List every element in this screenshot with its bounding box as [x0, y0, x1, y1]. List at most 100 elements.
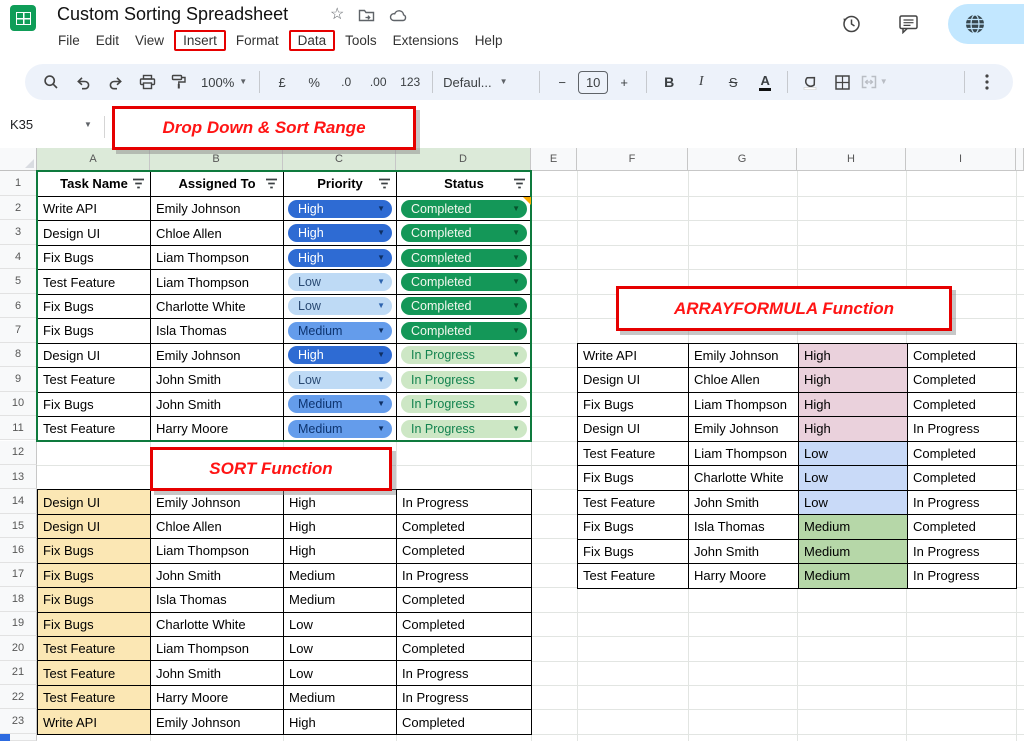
filter-icon[interactable] — [513, 178, 526, 189]
name-box[interactable]: K35 — [10, 117, 33, 132]
sort-cell[interactable]: Charlotte White — [151, 613, 284, 637]
borders-icon[interactable] — [826, 68, 858, 96]
array-cell[interactable]: Low — [799, 466, 908, 491]
sort-cell[interactable]: Isla Thomas — [151, 588, 284, 612]
name-box-caret[interactable]: ▼ — [84, 121, 92, 129]
increase-font-size-button[interactable]: + — [608, 68, 640, 96]
priority-dropdown-chip[interactable]: High▼ — [288, 346, 392, 364]
array-cell[interactable]: Completed — [908, 466, 1017, 491]
array-cell[interactable]: Fix Bugs — [578, 393, 689, 418]
cell-status[interactable]: Completed▼ — [397, 246, 532, 270]
print-icon[interactable] — [131, 68, 163, 96]
array-cell[interactable]: Liam Thompson — [689, 393, 799, 418]
array-cell[interactable]: Design UI — [578, 368, 689, 393]
cell-assignee[interactable]: John Smith — [151, 368, 284, 392]
row-header-10[interactable]: 10 — [0, 392, 37, 416]
row-header-2[interactable]: 2 — [0, 196, 37, 220]
cell-assignee[interactable]: Chloe Allen — [151, 221, 284, 245]
cell-status[interactable]: In Progress▼ — [397, 368, 532, 392]
redo-icon[interactable] — [99, 68, 131, 96]
comments-icon[interactable] — [898, 14, 920, 34]
cell-assignee[interactable]: John Smith — [151, 393, 284, 417]
array-cell[interactable]: In Progress — [908, 491, 1017, 516]
sort-cell[interactable]: Liam Thompson — [151, 637, 284, 661]
bold-button[interactable]: B — [653, 68, 685, 96]
status-dropdown-chip[interactable]: In Progress▼ — [401, 420, 527, 438]
header-cell-task-name[interactable]: Task Name — [38, 172, 151, 198]
array-cell[interactable]: Completed — [908, 393, 1017, 418]
priority-dropdown-chip[interactable]: High▼ — [288, 249, 392, 267]
cell-assignee[interactable]: Isla Thomas — [151, 319, 284, 343]
array-cell[interactable]: Completed — [908, 344, 1017, 369]
fill-color-icon[interactable] — [794, 68, 826, 96]
row-header-22[interactable]: 22 — [0, 685, 37, 709]
share-button[interactable] — [948, 4, 1024, 44]
currency-format-button[interactable]: £ — [266, 68, 298, 96]
font-selector[interactable]: Defaul...▼ — [439, 75, 533, 90]
status-dropdown-chip[interactable]: In Progress▼ — [401, 395, 527, 413]
menu-view[interactable]: View — [127, 31, 172, 50]
cell-status[interactable]: Completed▼ — [397, 295, 532, 319]
column-header-I[interactable]: I — [906, 148, 1016, 171]
sort-cell[interactable]: High — [284, 490, 397, 514]
array-cell[interactable]: Test Feature — [578, 491, 689, 516]
sort-cell[interactable]: Completed — [397, 539, 532, 563]
menu-file[interactable]: File — [50, 31, 88, 50]
cell-status[interactable]: Completed▼ — [397, 221, 532, 245]
cell-task[interactable]: Design UI — [38, 221, 151, 245]
row-header-15[interactable]: 15 — [0, 514, 37, 538]
sort-cell[interactable]: Write API — [38, 710, 151, 734]
filter-icon[interactable] — [378, 178, 391, 189]
sort-cell[interactable]: Test Feature — [38, 686, 151, 710]
undo-icon[interactable] — [67, 68, 99, 96]
row-header-13[interactable]: 13 — [0, 465, 37, 489]
priority-dropdown-chip[interactable]: Low▼ — [288, 297, 392, 315]
priority-dropdown-chip[interactable]: High▼ — [288, 200, 392, 218]
cell-priority[interactable]: Low▼ — [284, 295, 397, 319]
array-cell[interactable]: Low — [799, 491, 908, 516]
array-cell[interactable]: Charlotte White — [689, 466, 799, 491]
sort-cell[interactable]: Emily Johnson — [151, 710, 284, 734]
cell-task[interactable]: Fix Bugs — [38, 319, 151, 343]
array-cell[interactable]: In Progress — [908, 564, 1017, 589]
cell-priority[interactable]: High▼ — [284, 344, 397, 368]
cell-task[interactable]: Fix Bugs — [38, 246, 151, 270]
cell-status[interactable]: In Progress▼ — [397, 393, 532, 417]
array-cell[interactable]: High — [799, 368, 908, 393]
array-cell[interactable]: Emily Johnson — [689, 344, 799, 369]
select-all-corner[interactable] — [0, 148, 37, 171]
sort-cell[interactable]: Chloe Allen — [151, 515, 284, 539]
array-cell[interactable]: Medium — [799, 540, 908, 565]
sort-cell[interactable]: Fix Bugs — [38, 539, 151, 563]
array-cell[interactable]: Design UI — [578, 417, 689, 442]
cell-task[interactable]: Fix Bugs — [38, 295, 151, 319]
sort-cell[interactable]: High — [284, 515, 397, 539]
sort-cell[interactable]: Completed — [397, 613, 532, 637]
row-header-3[interactable]: 3 — [0, 220, 37, 244]
header-cell-priority[interactable]: Priority — [284, 172, 397, 198]
sort-cell[interactable]: Medium — [284, 588, 397, 612]
more-formats-button[interactable]: 123 — [394, 68, 426, 96]
status-dropdown-chip[interactable]: In Progress▼ — [401, 371, 527, 389]
sort-cell[interactable]: John Smith — [151, 564, 284, 588]
font-size-input[interactable]: 10 — [578, 71, 608, 94]
cell-priority[interactable]: Medium▼ — [284, 319, 397, 343]
array-cell[interactable]: Low — [799, 442, 908, 467]
decrease-font-size-button[interactable]: − — [546, 68, 578, 96]
row-header-16[interactable]: 16 — [0, 538, 37, 562]
array-cell[interactable]: Completed — [908, 515, 1017, 540]
array-cell[interactable]: Liam Thompson — [689, 442, 799, 467]
row-header-6[interactable]: 6 — [0, 294, 37, 318]
cell-status[interactable]: In Progress▼ — [397, 417, 532, 441]
row-header-5[interactable]: 5 — [0, 269, 37, 293]
row-header-19[interactable]: 19 — [0, 612, 37, 636]
cell-priority[interactable]: Low▼ — [284, 368, 397, 392]
array-cell[interactable]: Completed — [908, 442, 1017, 467]
menu-tools[interactable]: Tools — [337, 31, 385, 50]
menu-data[interactable]: Data — [289, 30, 336, 51]
menu-help[interactable]: Help — [467, 31, 511, 50]
cell-assignee[interactable]: Liam Thompson — [151, 270, 284, 294]
menu-insert[interactable]: Insert — [174, 30, 226, 51]
cell-priority[interactable]: Medium▼ — [284, 417, 397, 441]
more-toolbar-icon[interactable] — [971, 68, 1003, 96]
